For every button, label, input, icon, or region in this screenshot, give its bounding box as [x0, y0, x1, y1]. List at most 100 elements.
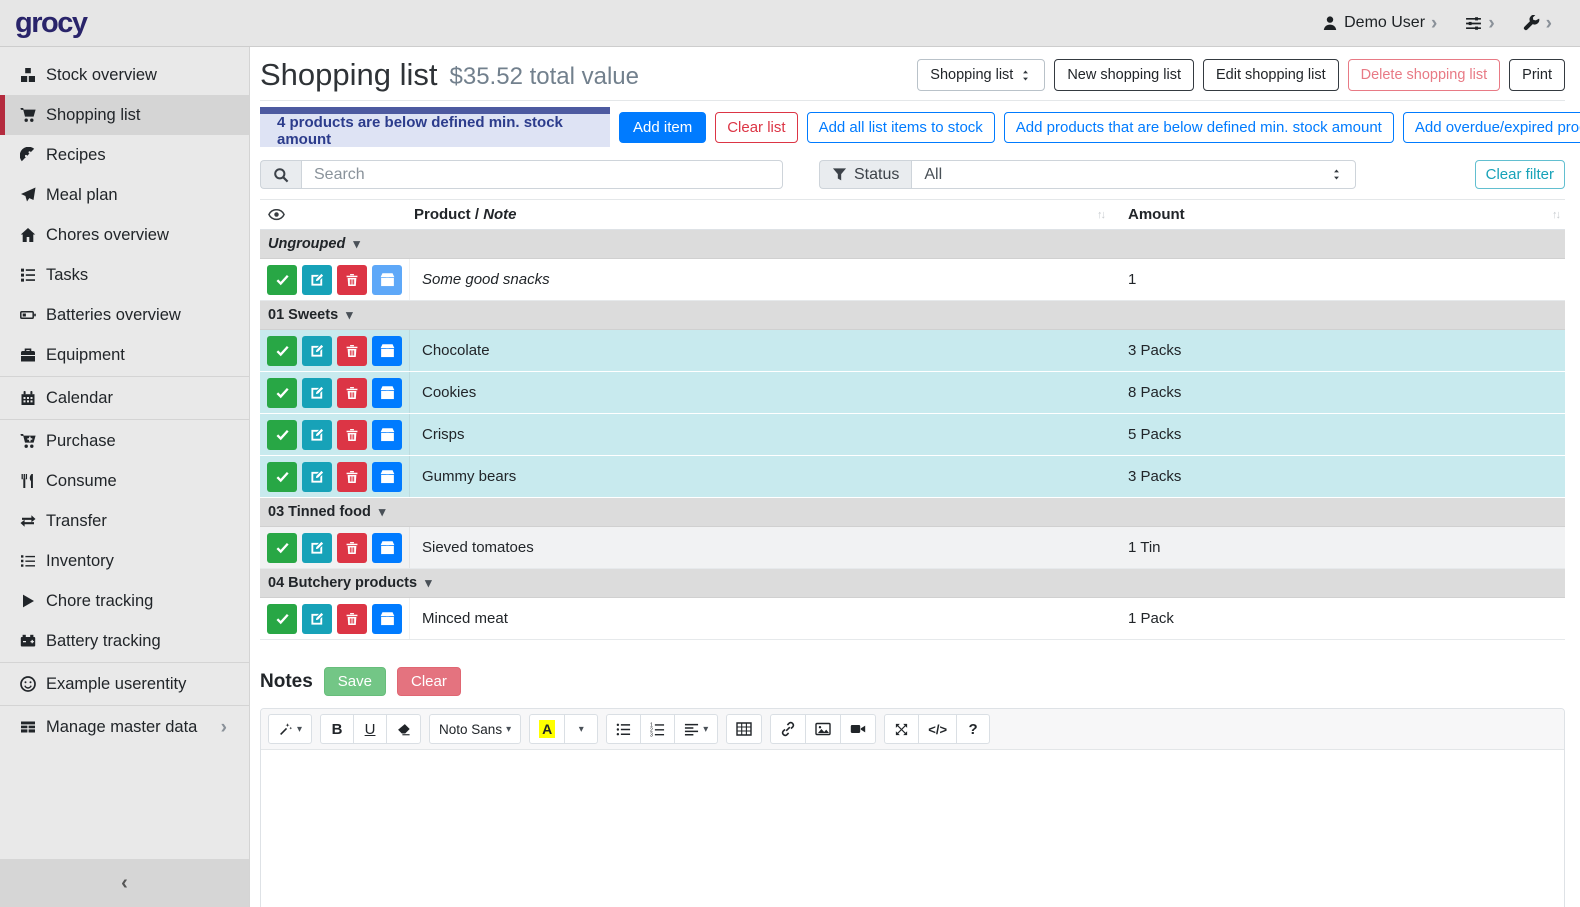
sidebar-item-recipes[interactable]: Recipes [0, 135, 249, 175]
sidebar-item-label: Meal plan [46, 186, 118, 205]
sidebar-item-inventory[interactable]: Inventory [0, 541, 249, 581]
sidebar-item-label: Chores overview [46, 226, 169, 245]
sidebar-item-stock-overview[interactable]: Stock overview [0, 55, 249, 95]
sidebar-item-battery-tracking[interactable]: Battery tracking [0, 621, 249, 661]
sidebar-item-transfer[interactable]: Transfer [0, 501, 249, 541]
editor-help-button[interactable]: ? [956, 714, 990, 744]
delete-item-button[interactable] [337, 533, 367, 563]
add-all-to-stock-button[interactable]: Add all list items to stock [807, 112, 995, 143]
add-to-stock-button[interactable] [372, 420, 402, 450]
edit-item-button[interactable] [302, 265, 332, 295]
delete-item-button[interactable] [337, 604, 367, 634]
group-header-03-tinned-food[interactable]: 03 Tinned food▾ [260, 498, 1565, 527]
status-filter-select[interactable]: All [911, 160, 1356, 189]
edit-item-button[interactable] [302, 420, 332, 450]
bold-button[interactable]: B [320, 714, 354, 744]
mark-done-button[interactable] [267, 378, 297, 408]
mark-done-button[interactable] [267, 533, 297, 563]
edit-item-button[interactable] [302, 604, 332, 634]
add-to-stock-button[interactable] [372, 604, 402, 634]
sidebar-item-purchase[interactable]: Purchase [0, 421, 249, 461]
ordered-list-button[interactable]: 123 [640, 714, 675, 744]
caret-down-icon: ▾ [425, 575, 432, 591]
sidebar-item-consume[interactable]: Consume [0, 461, 249, 501]
notes-save-button[interactable]: Save [324, 667, 386, 696]
settings-menu[interactable]: › [1465, 14, 1494, 33]
insert-link-button[interactable] [770, 714, 806, 744]
edit-item-button[interactable] [302, 462, 332, 492]
delete-item-button[interactable] [337, 378, 367, 408]
visibility-column-header[interactable] [260, 206, 410, 223]
user-menu[interactable]: Demo User › [1322, 14, 1437, 33]
style-magic-button[interactable]: ▾ [268, 714, 312, 744]
add-to-stock-button[interactable] [372, 533, 402, 563]
insert-image-button[interactable] [805, 714, 841, 744]
underline-button[interactable]: U [353, 714, 387, 744]
edit-item-button[interactable] [302, 378, 332, 408]
insert-table-button[interactable] [726, 714, 762, 744]
code-view-button[interactable]: </> [918, 714, 957, 744]
group-header-04-butchery-products[interactable]: 04 Butchery products▾ [260, 569, 1565, 598]
clear-filter-button[interactable]: Clear filter [1475, 160, 1565, 189]
mark-done-button[interactable] [267, 420, 297, 450]
add-below-min-button[interactable]: Add products that are below defined min.… [1004, 112, 1394, 143]
add-to-stock-button[interactable] [372, 265, 402, 295]
text-color-button[interactable]: A [529, 714, 565, 744]
shopping-list-selector[interactable]: Shopping list [917, 59, 1045, 91]
insert-video-button[interactable] [840, 714, 876, 744]
text-color-caret-button[interactable]: ▾ [564, 714, 598, 744]
delete-item-button[interactable] [337, 420, 367, 450]
sidebar-item-example-userentity[interactable]: Example userentity [0, 664, 249, 704]
battery-icon [19, 307, 37, 323]
delete-item-button[interactable] [337, 336, 367, 366]
sidebar-item-batteries-overview[interactable]: Batteries overview [0, 295, 249, 335]
font-family-select[interactable]: Noto Sans ▾ [429, 714, 521, 744]
grocy-logo[interactable]: grocy [0, 7, 250, 40]
admin-menu[interactable]: › [1523, 14, 1552, 33]
add-to-stock-button[interactable] [372, 378, 402, 408]
sidebar-item-equipment[interactable]: Equipment [0, 335, 249, 375]
sidebar-item-shopping-list[interactable]: Shopping list [0, 95, 249, 135]
fullscreen-button[interactable] [884, 714, 919, 744]
edit-item-button[interactable] [302, 336, 332, 366]
edit-shopping-list-button[interactable]: Edit shopping list [1203, 59, 1339, 91]
sidebar-item-chore-tracking[interactable]: Chore tracking [0, 581, 249, 621]
clear-list-button[interactable]: Clear list [715, 112, 797, 143]
mark-done-button[interactable] [267, 265, 297, 295]
product-column-header[interactable]: Product / Note ↑↓ [410, 206, 1120, 223]
page-title: Shopping list [260, 57, 438, 93]
add-item-button[interactable]: Add item [619, 112, 706, 143]
sidebar-collapse-button[interactable]: ‹ [0, 859, 249, 907]
caret-down-icon: ▾ [346, 307, 353, 323]
group-header-01-sweets[interactable]: 01 Sweets▾ [260, 301, 1565, 330]
add-overdue-button[interactable]: Add overdue/expired products [1403, 112, 1580, 143]
sidebar-item-chores-overview[interactable]: Chores overview [0, 215, 249, 255]
mark-done-button[interactable] [267, 336, 297, 366]
print-button[interactable]: Print [1509, 59, 1565, 91]
delete-item-button[interactable] [337, 265, 367, 295]
sidebar-item-meal-plan[interactable]: Meal plan [0, 175, 249, 215]
notes-editor-content[interactable] [261, 750, 1564, 907]
notes-clear-button[interactable]: Clear [397, 667, 461, 696]
eraser-button[interactable] [386, 714, 421, 744]
group-header-ungrouped[interactable]: Ungrouped▾ [260, 230, 1565, 259]
add-to-stock-button[interactable] [372, 462, 402, 492]
mark-done-button[interactable] [267, 462, 297, 492]
item-name: Gummy bears [410, 468, 1120, 485]
sidebar-item-calendar[interactable]: Calendar [0, 378, 249, 418]
sidebar-item-manage-master-data[interactable]: Manage master data› [0, 707, 249, 747]
delete-shopping-list-button[interactable]: Delete shopping list [1348, 59, 1501, 91]
new-shopping-list-button[interactable]: New shopping list [1054, 59, 1194, 91]
amount-column-header[interactable]: Amount ↑↓ [1120, 206, 1565, 223]
below-min-stock-alert[interactable]: 4 products are below defined min. stock … [260, 107, 610, 147]
unordered-list-button[interactable] [606, 714, 641, 744]
mark-done-button[interactable] [267, 604, 297, 634]
sidebar-item-tasks[interactable]: Tasks [0, 255, 249, 295]
item-amount: 3 Packs [1120, 468, 1565, 485]
search-input[interactable] [301, 160, 783, 189]
paragraph-align-button[interactable]: ▾ [674, 714, 718, 744]
table-icon [19, 719, 37, 735]
edit-item-button[interactable] [302, 533, 332, 563]
add-to-stock-button[interactable] [372, 336, 402, 366]
delete-item-button[interactable] [337, 462, 367, 492]
